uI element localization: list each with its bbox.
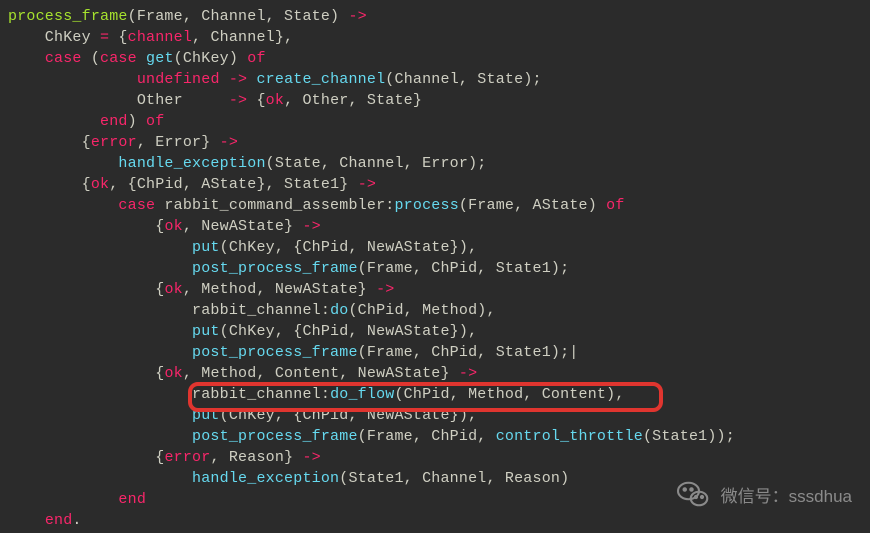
code-token: , NewAState} [183, 218, 303, 235]
code-token: , Method, NewAState} [183, 281, 376, 298]
code-token [8, 155, 118, 172]
code-token: of [606, 197, 624, 214]
code-token: get [146, 50, 174, 67]
code-token: { [247, 92, 265, 109]
code-token: case [45, 50, 82, 67]
code-token: { [8, 218, 164, 235]
code-token: -> [220, 134, 238, 151]
code-token: (Frame, Channel, State) [128, 8, 349, 25]
code-token: ( [82, 50, 100, 67]
code-token: post_process_frame [192, 428, 358, 445]
code-token [8, 407, 192, 424]
code-token: -> [459, 365, 477, 382]
code-token: case [118, 197, 155, 214]
code-token: ok [164, 365, 182, 382]
code-token: = [100, 29, 109, 46]
code-token: case [100, 50, 137, 67]
code-token: put [192, 239, 220, 256]
code-token: ChKey [8, 29, 100, 46]
code-token: -> [229, 92, 247, 109]
code-token [8, 428, 192, 445]
code-token: (ChKey) [174, 50, 248, 67]
code-token: { [109, 29, 127, 46]
code-token: rabbit_channel: [8, 302, 330, 319]
code-token: end [45, 512, 73, 529]
code-token: put [192, 323, 220, 340]
code-token: (ChKey, {ChPid, NewAState}), [220, 239, 478, 256]
code-token [8, 260, 192, 277]
code-token: (ChPid, Method, Content), [394, 386, 624, 403]
code-token: rabbit_command_assembler: [155, 197, 394, 214]
code-token: (ChKey, {ChPid, NewAState}), [220, 407, 478, 424]
code-token: ok [266, 92, 284, 109]
code-token: (ChKey, {ChPid, NewAState}), [220, 323, 478, 340]
code-token: -> [348, 8, 366, 25]
code-token: . [72, 512, 81, 529]
code-token: of [146, 113, 164, 130]
code-token: (Frame, ChPid, State1); [358, 260, 570, 277]
code-token: end [100, 113, 128, 130]
code-token [8, 239, 192, 256]
code-token [220, 71, 229, 88]
code-token: put [192, 407, 220, 424]
code-token: Other [8, 92, 229, 109]
code-token: , Channel}, [192, 29, 293, 46]
code-token [8, 512, 45, 529]
code-token: (Frame, AState) [459, 197, 606, 214]
code-token: post_process_frame [192, 344, 358, 361]
code-token: ok [164, 281, 182, 298]
code-token: (State1)); [643, 428, 735, 445]
code-token: (Frame, ChPid, State1);| [358, 344, 579, 361]
code-token: error [91, 134, 137, 151]
code-token: -> [358, 176, 376, 193]
code-token: (Channel, State); [385, 71, 541, 88]
code-token: { [8, 281, 164, 298]
code-token: { [8, 176, 91, 193]
code-token [8, 197, 118, 214]
code-token [8, 323, 192, 340]
code-token: undefined [137, 71, 220, 88]
code-token [8, 470, 192, 487]
code-token: control_throttle [496, 428, 643, 445]
code-token: ) [128, 113, 146, 130]
code-token: ok [91, 176, 109, 193]
code-token [137, 50, 146, 67]
code-token: process_frame [8, 8, 128, 25]
code-token: process [394, 197, 458, 214]
code-token: , Method, Content, NewAState} [183, 365, 459, 382]
code-token: of [247, 50, 265, 67]
code-token: end [118, 491, 146, 508]
code-token: post_process_frame [192, 260, 358, 277]
code-token [8, 491, 118, 508]
code-token: { [8, 365, 164, 382]
code-token: -> [302, 449, 320, 466]
code-token: -> [302, 218, 320, 235]
code-token: do [330, 302, 348, 319]
code-token: channel [128, 29, 192, 46]
code-token: { [8, 134, 91, 151]
code-token: , Reason} [210, 449, 302, 466]
code-token [8, 50, 45, 67]
code-token [8, 113, 100, 130]
code-token: (ChPid, Method), [348, 302, 495, 319]
code-token: rabbit_channel: [8, 386, 330, 403]
code-token: -> [229, 71, 247, 88]
code-block: process_frame(Frame, Channel, State) -> … [0, 0, 870, 531]
code-token: error [164, 449, 210, 466]
code-token: handle_exception [192, 470, 339, 487]
code-token: (Frame, ChPid, [358, 428, 496, 445]
code-token [8, 71, 137, 88]
code-token: (State, Channel, Error); [266, 155, 487, 172]
code-token: handle_exception [118, 155, 265, 172]
code-token: -> [376, 281, 394, 298]
code-token: , Error} [137, 134, 220, 151]
code-token: , {ChPid, AState}, State1} [109, 176, 357, 193]
code-token: , Other, State} [284, 92, 422, 109]
code-token: create_channel [256, 71, 385, 88]
code-token: { [8, 449, 164, 466]
code-token: (State1, Channel, Reason) [339, 470, 569, 487]
code-token: do_flow [330, 386, 394, 403]
code-token: ok [164, 218, 182, 235]
code-token [8, 344, 192, 361]
